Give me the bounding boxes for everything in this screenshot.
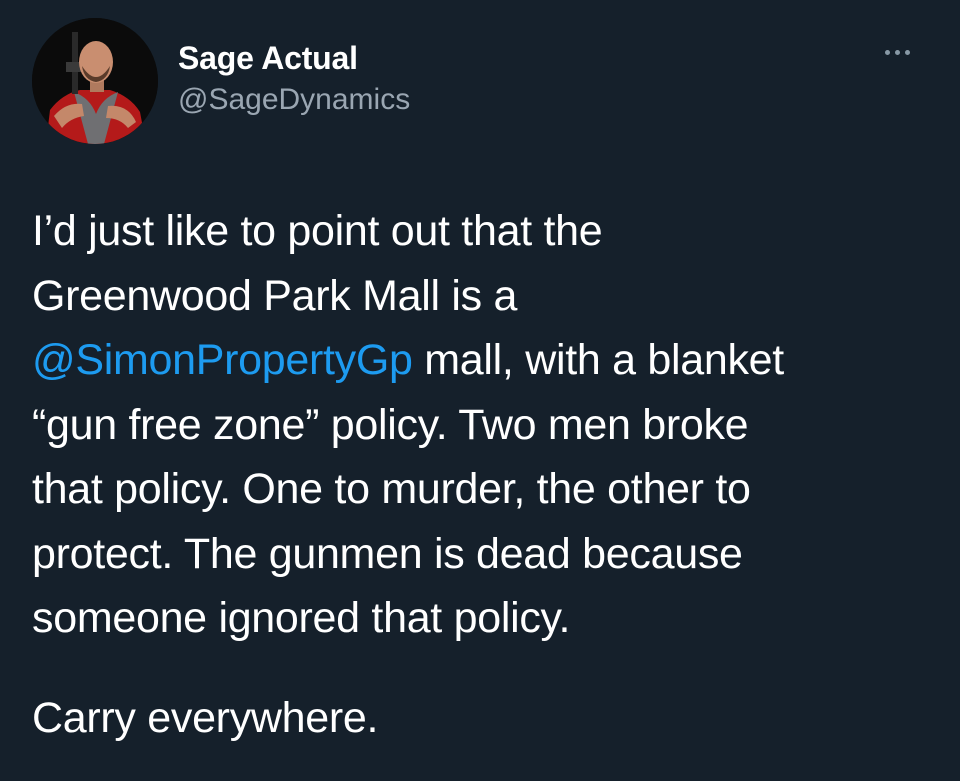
tweet-text: I’d just like to point out that the Gree… <box>32 199 937 651</box>
tweet-line-text: mall, with a blanket <box>412 336 784 384</box>
tweet-line: “gun free zone” policy. Two men broke <box>32 400 749 449</box>
author-avatar[interactable] <box>32 18 158 144</box>
mention-link[interactable]: @SimonPropertyGp <box>32 336 413 384</box>
tweet-line: Greenwood Park Mall is a <box>32 271 518 320</box>
more-options-icon[interactable] <box>881 46 914 59</box>
tweet-line: protect. The gunmen is dead because <box>32 529 743 578</box>
tweet-card: Sage Actual @SageDynamics I’d just like … <box>0 0 960 781</box>
tweet-line: I’d just like to point out that the <box>32 207 603 255</box>
tweet-line: that policy. One to murder, the other to <box>32 465 751 513</box>
tweet-line: @SimonPropertyGp mall, with a blanket <box>32 328 937 393</box>
tweet-line: someone ignored that policy. <box>32 594 571 642</box>
author-handle[interactable]: @SageDynamics <box>178 80 410 120</box>
author-display-name[interactable]: Sage Actual <box>178 38 410 78</box>
tweet-closing-text: Carry everywhere. <box>32 694 379 742</box>
author-block: Sage Actual @SageDynamics <box>178 38 410 120</box>
avatar-image <box>32 18 158 144</box>
